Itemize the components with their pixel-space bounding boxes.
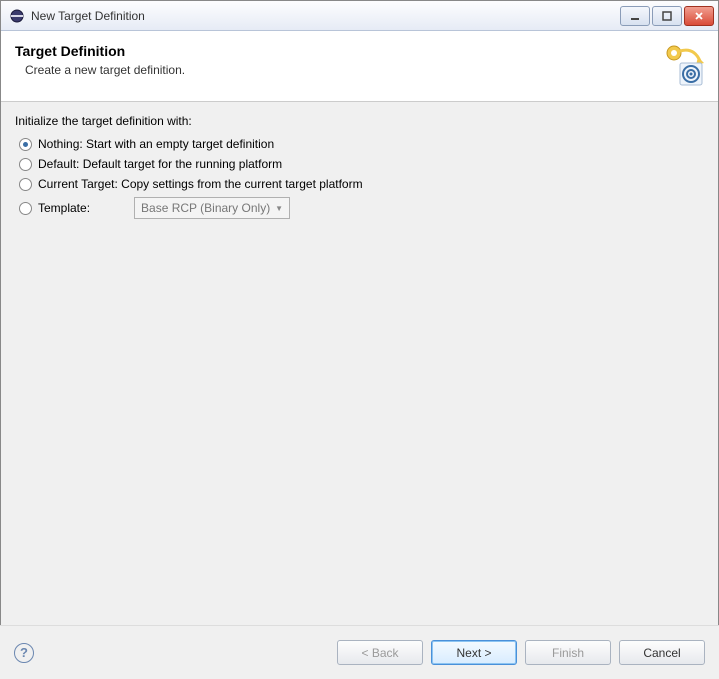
titlebar: New Target Definition xyxy=(1,1,718,31)
button-row: < Back Next > Finish Cancel xyxy=(337,640,705,665)
dropdown-value: Base RCP (Binary Only) xyxy=(141,201,270,215)
radio-option-current[interactable]: Current Target: Copy settings from the c… xyxy=(15,174,704,194)
radio-option-default[interactable]: Default: Default target for the running … xyxy=(15,154,704,174)
chevron-down-icon: ▼ xyxy=(275,204,283,213)
header-text: Target Definition Create a new target de… xyxy=(15,43,660,77)
radio-option-template[interactable]: Template: Base RCP (Binary Only) ▼ xyxy=(15,194,704,222)
radio-button[interactable] xyxy=(19,138,32,151)
target-icon xyxy=(660,43,704,87)
radio-label: Template: xyxy=(38,201,90,215)
wizard-footer: ? < Back Next > Finish Cancel xyxy=(0,625,719,679)
radio-button[interactable] xyxy=(19,202,32,215)
wizard-header: Target Definition Create a new target de… xyxy=(1,31,718,102)
radio-label: Default: Default target for the running … xyxy=(38,157,282,171)
cancel-button[interactable]: Cancel xyxy=(619,640,705,665)
template-dropdown[interactable]: Base RCP (Binary Only) ▼ xyxy=(134,197,290,219)
maximize-button[interactable] xyxy=(652,6,682,26)
page-title: Target Definition xyxy=(15,43,660,59)
radio-option-nothing[interactable]: Nothing: Start with an empty target defi… xyxy=(15,134,704,154)
radio-button[interactable] xyxy=(19,158,32,171)
radio-button[interactable] xyxy=(19,178,32,191)
radio-label: Current Target: Copy settings from the c… xyxy=(38,177,363,191)
back-button[interactable]: < Back xyxy=(337,640,423,665)
page-description: Create a new target definition. xyxy=(15,63,660,77)
window-title: New Target Definition xyxy=(31,9,620,23)
help-icon[interactable]: ? xyxy=(14,643,34,663)
app-icon xyxy=(9,8,25,24)
wizard-content: Initialize the target definition with: N… xyxy=(1,102,718,646)
init-prompt: Initialize the target definition with: xyxy=(15,114,704,128)
next-button[interactable]: Next > xyxy=(431,640,517,665)
minimize-button[interactable] xyxy=(620,6,650,26)
radio-label: Nothing: Start with an empty target defi… xyxy=(38,137,274,151)
window-controls xyxy=(620,6,714,26)
finish-button[interactable]: Finish xyxy=(525,640,611,665)
close-button[interactable] xyxy=(684,6,714,26)
